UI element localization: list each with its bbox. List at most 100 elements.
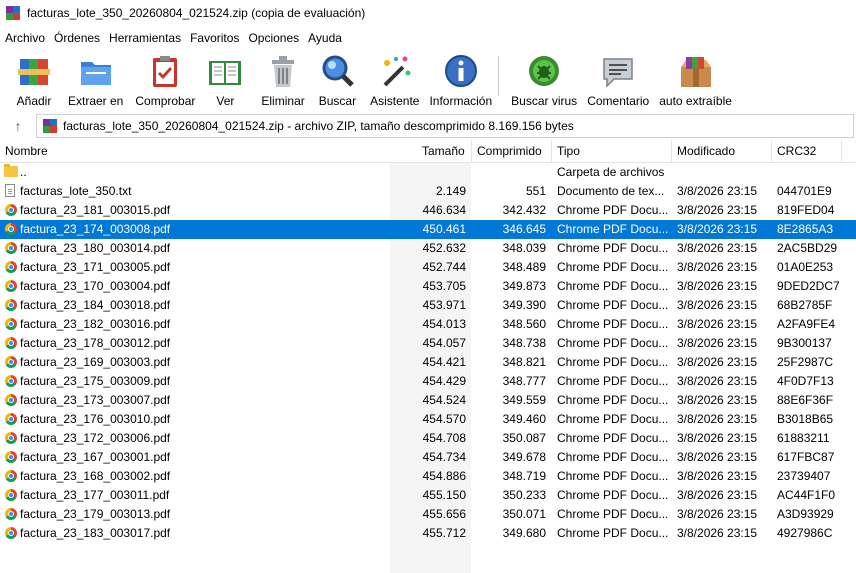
table-row[interactable]: factura_23_173_003007.pdf 454.524 349.559 C…: [0, 391, 856, 410]
chrome-pdf-icon: [5, 299, 17, 311]
table-row[interactable]: factura_23_183_003017.pdf 455.712 349.680 C…: [0, 524, 856, 543]
col-divider[interactable]: [551, 140, 552, 162]
menu-herramientas[interactable]: Herramientas: [109, 31, 181, 45]
table-row[interactable]: factura_23_169_003003.pdf 454.421 348.821 C…: [0, 353, 856, 372]
archive-path-field[interactable]: facturas_lote_350_20260804_021524.zip - …: [36, 114, 854, 138]
cell-name: factura_23_173_003007.pdf: [20, 393, 171, 407]
wizard-button[interactable]: Asistente: [368, 50, 421, 110]
cell-type: Chrome PDF Docu...: [557, 526, 669, 540]
wizard-wand-icon: [377, 53, 413, 89]
cell-size: 454.013: [422, 317, 466, 331]
table-row[interactable]: factura_23_170_003004.pdf 453.705 349.873 C…: [0, 277, 856, 296]
archive-path-text: facturas_lote_350_20260804_021524.zip - …: [63, 119, 574, 133]
virus-scan-button[interactable]: Buscar virus: [509, 50, 579, 110]
cell-name: factura_23_175_003009.pdf: [20, 374, 171, 388]
chrome-pdf-icon: [5, 413, 17, 425]
cell-size: 454.570: [422, 412, 466, 426]
title-bar: facturas_lote_350_20260804_021524.zip (c…: [0, 0, 856, 26]
info-button[interactable]: Información: [427, 50, 494, 110]
zip-archive-icon: [43, 119, 57, 133]
col-crc32[interactable]: CRC32: [777, 144, 816, 158]
window-title: facturas_lote_350_20260804_021524.zip (c…: [27, 6, 366, 20]
cell-size: 454.886: [422, 469, 466, 483]
add-button[interactable]: Añadir: [14, 50, 54, 110]
cell-packed: 348.821: [502, 355, 546, 369]
table-row[interactable]: factura_23_167_003001.pdf 454.734 349.678 C…: [0, 448, 856, 467]
chrome-pdf-icon: [5, 451, 17, 463]
chrome-pdf-icon: [5, 394, 17, 406]
chrome-pdf-icon: [5, 432, 17, 444]
cell-size: 455.150: [422, 488, 466, 502]
cell-type: Chrome PDF Docu...: [557, 450, 669, 464]
winrar-app-icon: [6, 6, 20, 20]
table-row[interactable]: facturas_lote_350.txt 2.149 551 Documento d…: [0, 182, 856, 201]
table-row[interactable]: factura_23_176_003010.pdf 454.570 349.460 C…: [0, 410, 856, 429]
table-row[interactable]: factura_23_184_003018.pdf 453.971 349.390 C…: [0, 296, 856, 315]
col-tamano[interactable]: Tamaño: [422, 144, 465, 158]
table-row[interactable]: factura_23_168_003002.pdf 454.886 348.719 C…: [0, 467, 856, 486]
cell-crc32: 4F0D7F13: [777, 374, 834, 388]
table-row[interactable]: factura_23_172_003006.pdf 454.708 350.087 C…: [0, 429, 856, 448]
cell-size: 450.461: [422, 222, 466, 236]
table-row[interactable]: factura_23_177_003011.pdf 455.150 350.233 C…: [0, 486, 856, 505]
chrome-pdf-icon: [5, 318, 17, 330]
cell-size: 454.524: [422, 393, 466, 407]
table-row[interactable]: factura_23_174_003008.pdf 450.461 346.645 C…: [0, 220, 856, 239]
cell-type: Chrome PDF Docu...: [557, 355, 669, 369]
table-row[interactable]: factura_23_181_003015.pdf 446.634 342.432 C…: [0, 201, 856, 220]
cell-crc32: 01A0E253: [777, 260, 834, 274]
text-file-icon: [5, 184, 15, 197]
menu-ayuda[interactable]: Ayuda: [308, 31, 342, 45]
cell-type: Chrome PDF Docu...: [557, 298, 669, 312]
cell-name: factura_23_177_003011.pdf: [20, 488, 170, 502]
cell-modified: 3/8/2026 23:15: [677, 374, 758, 388]
cell-name: factura_23_172_003006.pdf: [20, 431, 171, 445]
extract-folder-icon: [78, 53, 114, 89]
table-row[interactable]: factura_23_179_003013.pdf 455.656 350.071 C…: [0, 505, 856, 524]
cell-packed: 349.680: [502, 526, 546, 540]
cell-type: Documento de tex...: [557, 184, 665, 198]
cell-name: factura_23_167_003001.pdf: [20, 450, 171, 464]
table-row[interactable]: factura_23_180_003014.pdf 452.632 348.039 C…: [0, 239, 856, 258]
col-tipo[interactable]: Tipo: [557, 144, 580, 158]
address-bar: ↑ facturas_lote_350_20260804_021524.zip …: [0, 114, 856, 138]
extract-to-button[interactable]: Extraer en: [66, 50, 125, 110]
table-row[interactable]: factura_23_182_003016.pdf 454.013 348.560 C…: [0, 315, 856, 334]
cell-crc32: 68B2785F: [777, 298, 833, 312]
menu-opciones[interactable]: Opciones: [248, 31, 299, 45]
cell-packed: 349.390: [502, 298, 546, 312]
table-row[interactable]: .. Carpeta de archivos: [0, 163, 856, 182]
sfx-box-icon: [678, 53, 714, 89]
cell-size: 454.421: [422, 355, 466, 369]
col-modificado[interactable]: Modificado: [677, 144, 735, 158]
col-divider[interactable]: [471, 140, 472, 162]
menu-ordenes[interactable]: Órdenes: [54, 31, 100, 45]
table-row[interactable]: factura_23_178_003012.pdf 454.057 348.738 C…: [0, 334, 856, 353]
view-button[interactable]: Ver: [205, 50, 245, 110]
cell-type: Chrome PDF Docu...: [557, 507, 669, 521]
table-row[interactable]: factura_23_171_003005.pdf 452.744 348.489 C…: [0, 258, 856, 277]
cell-type: Chrome PDF Docu...: [557, 241, 669, 255]
delete-button[interactable]: Eliminar: [259, 50, 306, 110]
chrome-pdf-icon: [5, 489, 17, 501]
test-button[interactable]: Comprobar: [133, 50, 197, 110]
chrome-pdf-icon: [5, 337, 17, 349]
col-divider[interactable]: [671, 140, 672, 162]
sfx-button[interactable]: auto extraíble: [657, 50, 734, 110]
menu-favoritos[interactable]: Favoritos: [190, 31, 239, 45]
up-arrow-icon[interactable]: ↑: [0, 118, 36, 134]
cell-type: Chrome PDF Docu...: [557, 431, 669, 445]
find-button[interactable]: Buscar: [317, 50, 358, 110]
comment-button[interactable]: Comentario: [585, 50, 651, 110]
cell-name: factura_23_168_003002.pdf: [20, 469, 171, 483]
col-divider[interactable]: [771, 140, 772, 162]
cell-name: factura_23_170_003004.pdf: [20, 279, 171, 293]
col-divider[interactable]: [841, 140, 842, 162]
cell-packed: 348.738: [502, 336, 546, 350]
col-comprimido[interactable]: Comprimido: [477, 144, 542, 158]
menu-archivo[interactable]: Archivo: [5, 31, 45, 45]
table-row[interactable]: factura_23_175_003009.pdf 454.429 348.777 C…: [0, 372, 856, 391]
cell-name: factura_23_176_003010.pdf: [20, 412, 171, 426]
col-nombre[interactable]: Nombre: [5, 144, 48, 158]
toolbar-separator: [498, 56, 500, 96]
